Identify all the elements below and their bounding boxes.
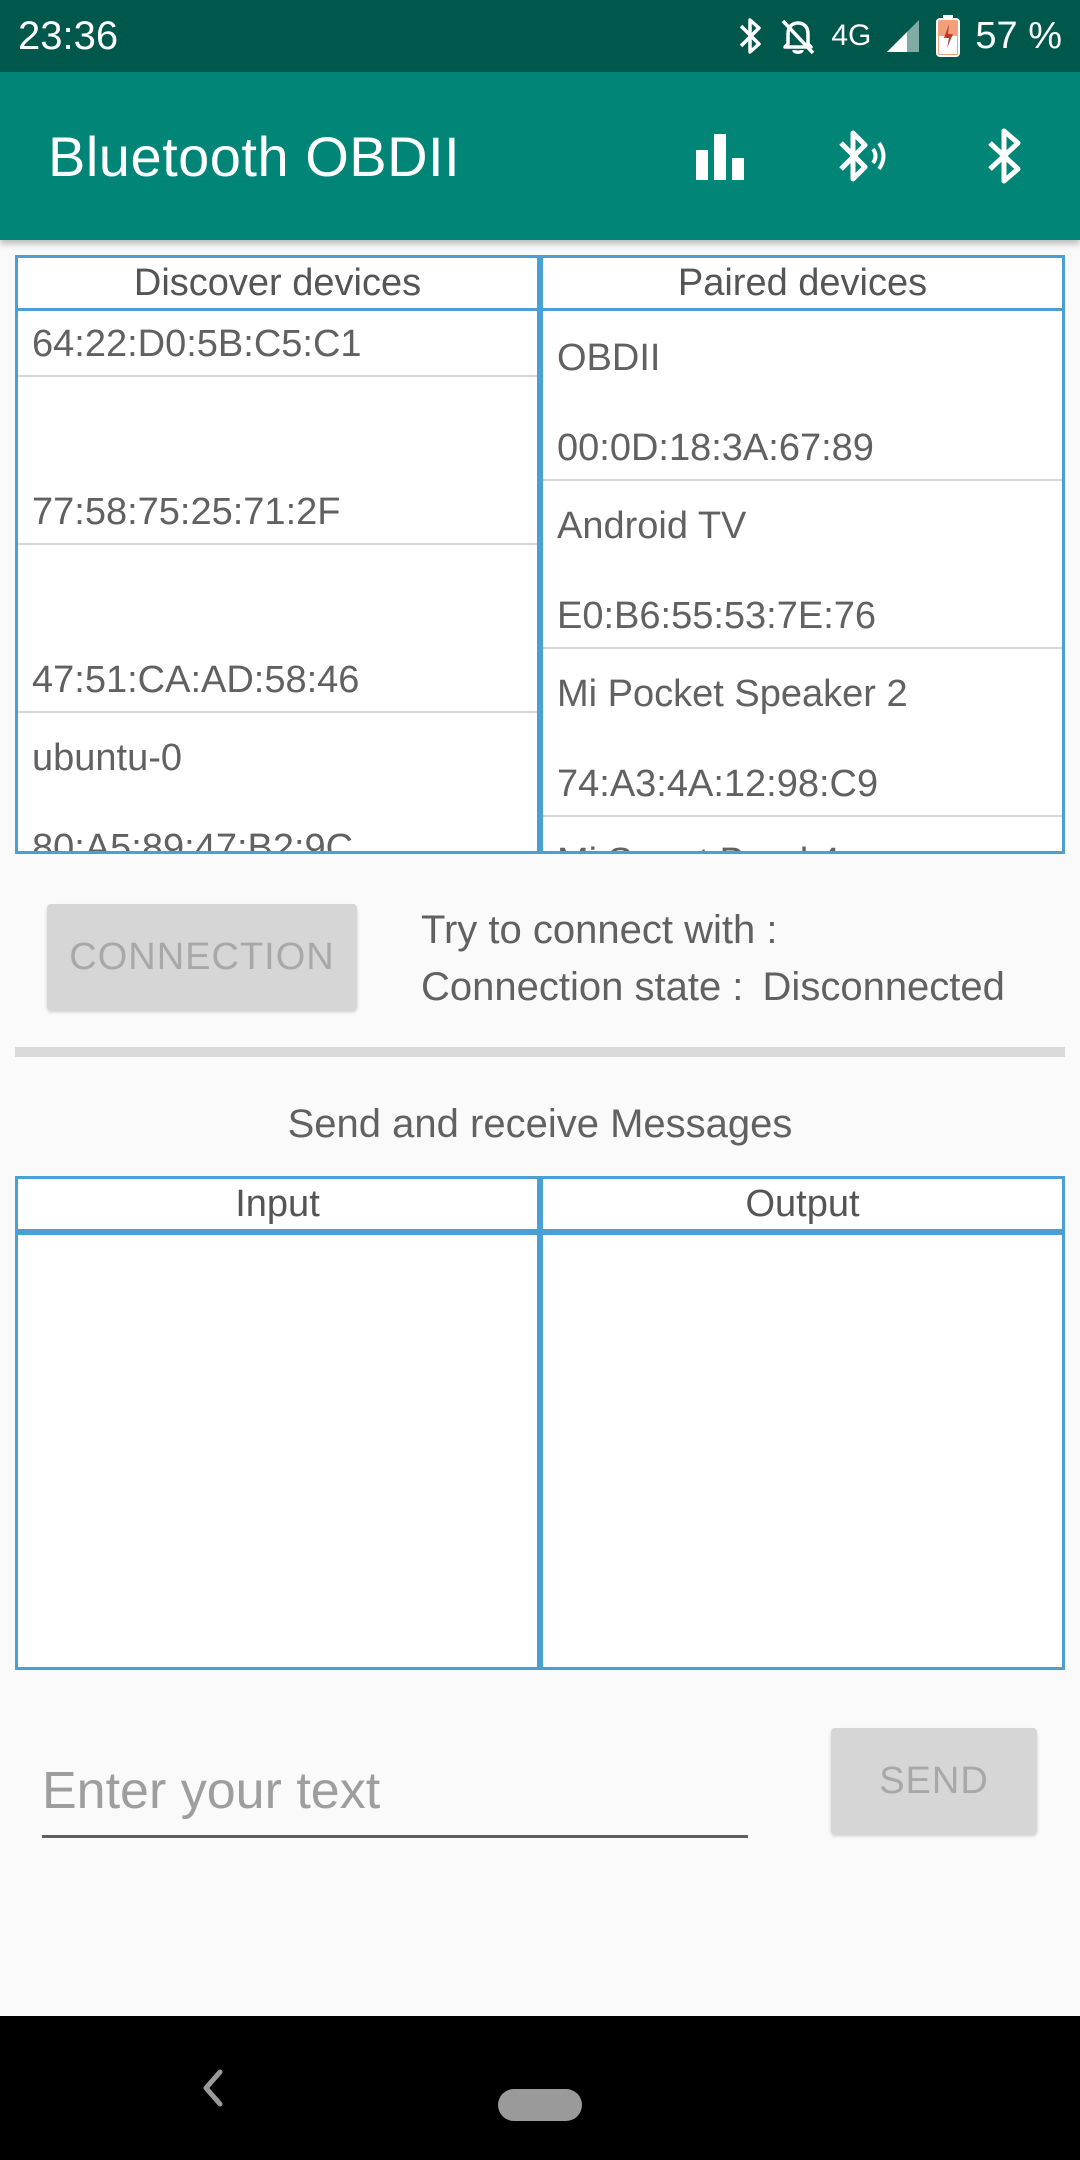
connection-state-row: Connection state : Disconnected bbox=[421, 965, 1005, 1010]
input-header: Input bbox=[15, 1176, 540, 1232]
bluetooth-icon bbox=[988, 128, 1021, 184]
discover-devices-list[interactable]: 64:22:D0:5B:C5:C1 77:58:75:25:71:2F 47:5… bbox=[15, 308, 540, 854]
section-divider bbox=[15, 1047, 1065, 1057]
network-type: 4G bbox=[831, 19, 872, 52]
device-address: E0:B6:55:53:7E:76 bbox=[557, 595, 877, 637]
try-connect-label: Try to connect with : bbox=[421, 908, 778, 952]
paired-device-item[interactable]: Android TV E0:B6:55:53:7E:76 bbox=[543, 481, 1062, 649]
home-button[interactable] bbox=[498, 2089, 582, 2121]
message-input[interactable] bbox=[42, 1746, 748, 1838]
device-address: 47:51:CA:AD:58:46 bbox=[32, 659, 360, 701]
output-header: Output bbox=[540, 1176, 1065, 1232]
battery-icon bbox=[936, 15, 961, 57]
app-title: Bluetooth OBDII bbox=[48, 125, 461, 188]
status-icons: 4G 57 % bbox=[737, 10, 1062, 62]
app-bar: Bluetooth OBDII bbox=[0, 72, 1080, 240]
paired-devices-header: Paired devices bbox=[540, 255, 1065, 311]
messages-title: Send and receive Messages bbox=[287, 1102, 793, 1146]
status-time: 23:36 bbox=[18, 14, 119, 58]
statistics-button[interactable] bbox=[684, 120, 756, 192]
discover-devices-header: Discover devices bbox=[15, 255, 540, 311]
connection-state-label: Connection state : bbox=[421, 965, 744, 1009]
device-name: Mi Smart Band 4 bbox=[557, 841, 840, 851]
connection-button[interactable]: CONNECTION bbox=[47, 904, 357, 1010]
output-messages-box[interactable] bbox=[540, 1232, 1065, 1670]
notifications-off-icon bbox=[782, 19, 815, 55]
paired-device-item[interactable]: Mi Smart Band 4 bbox=[543, 817, 1062, 851]
device-name: OBDII bbox=[557, 337, 661, 379]
discovered-device-item[interactable]: 64:22:D0:5B:C5:C1 bbox=[18, 311, 537, 377]
signal-icon bbox=[887, 20, 920, 52]
device-name: Android TV bbox=[557, 505, 747, 547]
device-name: ubuntu-0 bbox=[32, 737, 183, 779]
bluetooth-toggle-button[interactable] bbox=[970, 120, 1042, 192]
paired-devices-list[interactable]: OBDII 00:0D:18:3A:67:89 Android TV E0:B6… bbox=[540, 308, 1065, 854]
bar-chart-icon bbox=[696, 134, 744, 180]
input-messages-box[interactable] bbox=[15, 1232, 540, 1670]
paired-device-item[interactable]: Mi Pocket Speaker 2 74:A3:4A:12:98:C9 bbox=[543, 649, 1062, 817]
discover-button[interactable] bbox=[828, 120, 900, 192]
status-bar: 23:36 4G 57 % bbox=[0, 0, 1080, 72]
device-address: 64:22:D0:5B:C5:C1 bbox=[32, 323, 362, 365]
device-address: 74:A3:4A:12:98:C9 bbox=[557, 763, 879, 805]
device-name: Mi Pocket Speaker 2 bbox=[557, 673, 908, 715]
paired-device-item[interactable]: OBDII 00:0D:18:3A:67:89 bbox=[543, 313, 1062, 481]
bluetooth-searching-icon bbox=[839, 130, 886, 182]
device-address: 80:A5:89:47:B2:9C bbox=[32, 827, 354, 854]
device-address: 00:0D:18:3A:67:89 bbox=[557, 427, 874, 469]
back-icon[interactable] bbox=[192, 2058, 232, 2118]
discovered-device-item[interactable]: 47:51:CA:AD:58:46 bbox=[18, 545, 537, 713]
send-button[interactable]: SEND bbox=[831, 1728, 1037, 1834]
battery-percent: 57 % bbox=[975, 14, 1062, 57]
discovered-device-item[interactable]: ubuntu-0 80:A5:89:47:B2:9C bbox=[18, 713, 537, 854]
navigation-bar bbox=[0, 2016, 1080, 2160]
discovered-device-item[interactable]: 77:58:75:25:71:2F bbox=[18, 377, 537, 545]
connection-state-value: Disconnected bbox=[762, 965, 1005, 1009]
device-address: 77:58:75:25:71:2F bbox=[32, 491, 341, 533]
bluetooth-icon bbox=[740, 18, 762, 54]
